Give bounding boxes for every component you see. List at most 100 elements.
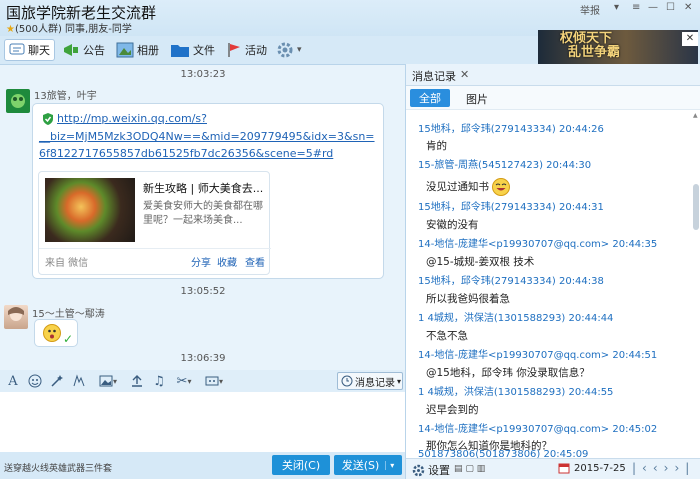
message-history-button[interactable]: 消息记录 ▾ xyxy=(337,372,403,390)
history-filter-bar: 全部 图片 xyxy=(406,86,700,110)
message-input[interactable] xyxy=(0,392,406,452)
history-entry-header: 14-地信-庞建华<p19930707@qq.com> 20:44:51 xyxy=(418,350,658,361)
history-footer: 设置 ▤ ▢ ▥ 2015-7-25 |‹‹››| xyxy=(406,458,700,479)
history-entry-text: 所以我爸妈很着急 xyxy=(426,293,510,305)
message-sender: 15～土管～鄢涛 xyxy=(32,309,105,320)
chevron-down-icon: ▾ xyxy=(397,376,402,386)
message-timestamp: 13:05:52 xyxy=(180,286,226,297)
star-icon: ★ xyxy=(6,24,15,35)
history-entry-header: 15地科，邱令玮(279143334) 20:44:38 xyxy=(418,276,604,287)
magic-icon[interactable] xyxy=(48,373,66,389)
font-icon[interactable]: A xyxy=(4,373,22,389)
link-preview-card[interactable]: 新生攻略 | 师大美食去... 爱美食安师大的美食都在哪里呢？一起来场美食...… xyxy=(38,171,271,275)
group-toolbar: 聊天 公告 相册 文件 活动 ▾ xyxy=(0,36,540,64)
shield-check-icon xyxy=(41,112,55,129)
tab-events[interactable]: 活动 xyxy=(222,39,271,61)
chat-icon xyxy=(9,43,25,55)
music-icon[interactable]: ♫ xyxy=(150,373,168,389)
image-icon[interactable]: ▾ xyxy=(96,373,120,389)
history-entry-header: 15地科，邱令玮(279143334) 20:44:31 xyxy=(418,202,604,213)
history-entry-header: 14-地信-庞建华<p19930707@qq.com> 20:45:02 xyxy=(418,424,658,435)
history-tab-bar: 消息记录 ✕ xyxy=(406,64,700,86)
avatar[interactable] xyxy=(6,89,30,113)
history-entry-header: 15地科，邱令玮(279143334) 20:44:26 xyxy=(418,124,604,135)
chevron-down-icon[interactable]: ▾ xyxy=(385,460,394,470)
emoji-icon xyxy=(43,324,61,342)
close-button[interactable]: 关闭(C) xyxy=(272,455,330,475)
upload-icon[interactable] xyxy=(128,373,146,389)
megaphone-icon xyxy=(64,44,78,56)
preview-title: 新生攻略 | 师大美食去... xyxy=(143,182,264,195)
tab-album[interactable]: 相册 xyxy=(112,39,163,61)
shared-link-continued[interactable]: __biz=MjM5Mzk3ODQ4Nw==&mid=209779495&idx… xyxy=(39,128,379,162)
view-link[interactable]: 查看 xyxy=(245,254,265,269)
history-entry-text: 不急不急 xyxy=(426,330,468,342)
more-apps-button[interactable]: ▾ xyxy=(272,39,306,61)
history-entry-text: 迟早会到的 xyxy=(426,404,479,416)
ad-close-icon[interactable]: ✕ xyxy=(682,32,698,46)
menu-icon[interactable]: ≡ xyxy=(632,2,640,13)
shared-link[interactable]: http://mp.weixin.qq.com/s? xyxy=(57,110,377,127)
history-scrollbar[interactable]: ▲ xyxy=(693,112,699,452)
preview-thumbnail xyxy=(45,178,135,242)
message-bubble[interactable]: ✓ xyxy=(34,319,78,347)
scrollbar-thumb[interactable] xyxy=(693,184,699,230)
tab-chat[interactable]: 聊天 xyxy=(4,39,55,61)
laughing-emoji-icon xyxy=(492,178,511,196)
history-entry-text: 安徽的没有 xyxy=(426,219,479,231)
history-entry-header: 1 4城规，洪保洁(1301588293) 20:44:55 xyxy=(418,387,614,398)
history-entry-header: 15-旅管-周燕(545127423) 20:44:30 xyxy=(418,160,592,171)
photo-album-icon xyxy=(116,42,134,58)
send-bar: 送穿越火线英雄武器三件套 关闭(C) 发送(S) ▾ xyxy=(0,452,406,479)
thumbs-up-icon: ✓ xyxy=(63,332,74,346)
game-ad-banner[interactable]: 权倾天下 乱世争霸 xyxy=(538,30,698,64)
promo-text[interactable]: 送穿越火线英雄武器三件套 xyxy=(4,461,112,474)
message-timestamp: 13:06:39 xyxy=(180,353,226,364)
tab-files[interactable]: 文件 xyxy=(166,39,219,61)
history-entry-header: 1 4城规，洪保洁(1301588293) 20:44:44 xyxy=(418,313,614,324)
share-link[interactable]: 分享 xyxy=(191,254,211,269)
close-icon[interactable]: ✕ xyxy=(684,2,692,13)
shake-icon[interactable] xyxy=(70,373,88,389)
screenshot-scissors-icon[interactable]: ✂ ▾ xyxy=(172,373,196,389)
divider xyxy=(39,248,271,249)
history-entry-header: 14-地信-庞建华<p19930707@qq.com> 20:44:35 xyxy=(418,239,658,250)
group-info: ★(500人群) 同事,朋友-同学 xyxy=(6,24,132,35)
minimize-icon[interactable]: — xyxy=(648,2,658,13)
settings-button[interactable]: 设置 xyxy=(412,462,450,478)
skin-icon[interactable]: ▾ xyxy=(614,2,619,13)
gear-icon xyxy=(412,464,425,476)
date-picker[interactable]: 2015-7-25 xyxy=(558,462,626,474)
more-tools-icon[interactable]: ▾ xyxy=(202,373,226,389)
history-log[interactable]: 15地科，邱令玮(279143334) 20:44:26 肯的 15-旅管-周燕… xyxy=(406,110,690,452)
history-entry-text: 肯的 xyxy=(426,140,447,152)
flag-icon xyxy=(228,43,240,57)
tab-message-history[interactable]: 消息记录 xyxy=(412,68,456,84)
gear-icon xyxy=(277,42,293,58)
history-entry-text: 没见过通知书 xyxy=(426,178,511,196)
favorite-link[interactable]: 收藏 xyxy=(217,254,237,269)
history-pagination[interactable]: |‹‹››| xyxy=(632,461,695,475)
filter-images-button[interactable]: 图片 xyxy=(466,91,488,107)
clock-icon xyxy=(341,375,353,387)
message-sender: 13旅管，叶宇 xyxy=(34,91,97,102)
send-button[interactable]: 发送(S) ▾ xyxy=(334,455,402,475)
chat-message-area[interactable]: 13:03:23 13旅管，叶宇 http://mp.weixin.qq.com… xyxy=(0,64,406,370)
ad-subtitle: 乱世争霸 xyxy=(568,45,621,60)
chevron-down-icon: ▾ xyxy=(297,45,302,55)
message-timestamp: 13:03:23 xyxy=(180,69,226,80)
report-link[interactable]: 举报 xyxy=(580,2,600,17)
calendar-icon xyxy=(558,463,570,474)
filter-all-button[interactable]: 全部 xyxy=(410,89,450,107)
emoji-picker-icon[interactable] xyxy=(26,373,44,389)
folder-icon xyxy=(171,45,189,57)
history-entry-text: @15地科，邱令玮 你没录取信息？ xyxy=(426,367,590,379)
tab-announcement[interactable]: 公告 xyxy=(58,39,109,61)
close-icon[interactable]: ✕ xyxy=(460,68,469,81)
preview-source: 来自 微信 xyxy=(45,258,89,269)
maximize-icon[interactable]: ☐ xyxy=(666,2,675,13)
scroll-up-icon[interactable]: ▲ xyxy=(693,112,698,119)
history-view-icons[interactable]: ▤ ▢ ▥ xyxy=(454,464,485,474)
message-history-panel: 消息记录 ✕ 全部 图片 15地科，邱令玮(279143334) 20:44:2… xyxy=(406,64,700,479)
avatar[interactable] xyxy=(4,305,28,329)
